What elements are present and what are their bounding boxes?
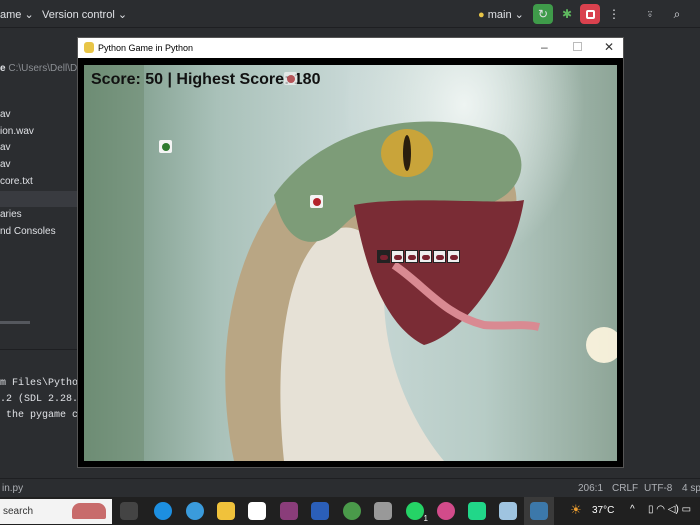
bonus-food [159,140,172,153]
file-item[interactable]: ion.wav [0,124,84,140]
database-icon[interactable] [374,502,392,520]
game-canvas[interactable]: Score: 50 | Highest Score: 180 [84,65,617,461]
add-user-icon[interactable]: ⍤ [640,4,660,24]
cobra-background [84,65,617,461]
whatsapp-icon[interactable]: 1 [406,502,428,523]
debug-bug-icon[interactable]: ✱ [557,4,577,24]
file-item[interactable]: av [0,140,84,156]
scratches-consoles[interactable]: nd Consoles [0,224,84,240]
store-icon[interactable] [248,502,266,520]
tray-chevron-icon[interactable]: ^ [630,504,635,515]
project-panel: e C:\Users\Dell\D av ion.wav av av core.… [0,29,84,479]
weather-temp[interactable]: 37°C [592,505,614,516]
status-file[interactable]: in.py [2,483,23,494]
taskbar: search 1 ☀ 37°C ^ ▯ ◠ ◁) ▭ [0,497,700,525]
edge-icon[interactable] [154,502,172,520]
game-window: Python Game in Python – ✕ Score: 50 | Hi… [77,37,624,468]
tray-icons[interactable]: ▯ ◠ ◁) ▭ [648,504,691,515]
chrome-icon[interactable] [186,502,204,520]
snake-segment [405,250,418,263]
divider [0,349,84,350]
rerun-button[interactable]: ↻ [533,4,553,24]
snake-segment [419,250,432,263]
file-item[interactable]: av [0,157,84,173]
python-icon: ● [478,9,485,21]
pygame-icon [84,42,94,53]
taskbar-search[interactable]: search [0,499,112,524]
version-control-menu[interactable]: Version control ⌄ [42,8,127,21]
pycharm-icon[interactable] [468,502,486,520]
snake-segment [447,250,460,263]
python-taskbar-active[interactable] [524,497,554,525]
winrar-icon[interactable] [280,502,298,520]
status-encoding[interactable]: UTF-8 [644,483,672,494]
close-button[interactable]: ✕ [604,40,614,54]
minimize-button[interactable]: – [541,40,548,54]
selected-row[interactable] [0,191,84,207]
file-item[interactable]: core.txt [0,174,84,190]
more-icon[interactable]: ⋮ [604,4,624,24]
ide-toolbar: ame ⌄ Version control ⌄ ● main ⌄ ↻ ✱ ⋮ ⍤… [0,0,700,28]
apple-food [284,72,297,85]
project-menu[interactable]: ame ⌄ [0,8,34,21]
dinosaur-icon [72,503,106,519]
external-libraries[interactable]: aries [0,207,84,223]
status-bar: in.py 206:1 CRLF UTF-8 4 sp [0,478,700,497]
python-icon [530,502,548,520]
snake-segment [391,250,404,263]
window-title: Python Game in Python [98,43,194,53]
task-view-icon[interactable] [120,502,138,520]
snake-segment [433,250,446,263]
status-indent[interactable]: 4 sp [682,483,700,494]
console-line: the pygame co [6,410,84,421]
word-icon[interactable] [311,502,329,520]
maximize-button[interactable] [573,42,582,51]
snake-head [377,250,390,263]
window-titlebar[interactable]: Python Game in Python – ✕ [78,38,623,58]
status-line-separator[interactable]: CRLF [612,483,638,494]
horizontal-scrollbar[interactable] [0,321,30,324]
weather-icon: ☀ [570,502,582,517]
file-item[interactable]: av [0,107,84,123]
stop-button[interactable] [580,4,600,24]
chrome-profile-icon[interactable] [343,502,361,520]
apple-food [310,195,323,208]
search-icon[interactable]: ⌕ [667,4,687,24]
chrome-k-icon[interactable] [437,502,455,520]
status-position[interactable]: 206:1 [578,483,603,494]
notepad-icon[interactable] [499,502,517,520]
console-line: .2 (SDL 2.28.3 [0,394,84,405]
console-line: m Files\Python [0,378,84,389]
file-explorer-icon[interactable] [217,502,235,520]
branch-selector[interactable]: ● main ⌄ [478,8,524,21]
project-root[interactable]: e C:\Users\Dell\D [0,61,84,77]
